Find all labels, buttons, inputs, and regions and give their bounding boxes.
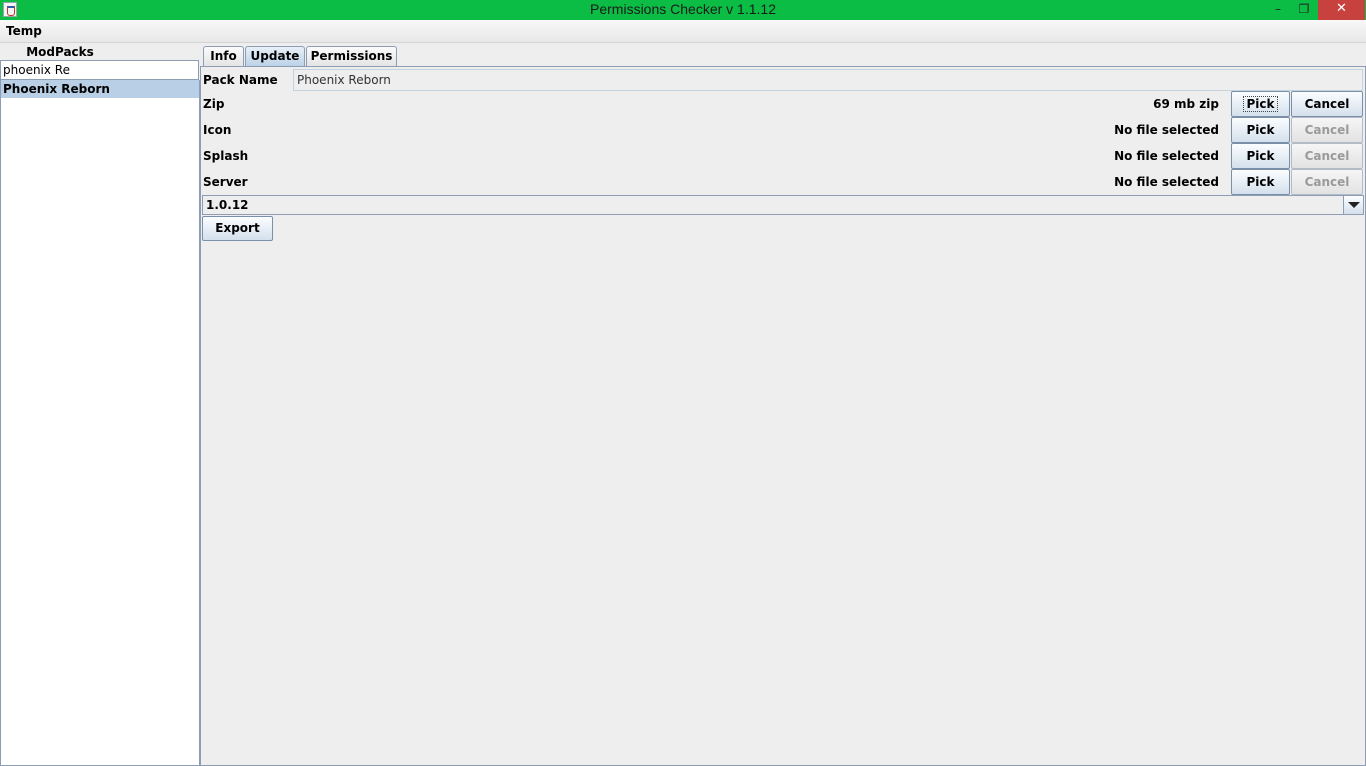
server-pick-button[interactable]: Pick	[1231, 169, 1290, 195]
splash-pick-button[interactable]: Pick	[1231, 143, 1290, 169]
splash-label: Splash	[203, 149, 249, 163]
pack-name-label: Pack Name	[203, 73, 278, 87]
list-item[interactable]: Phoenix Reborn	[1, 80, 199, 98]
zip-pick-label: Pick	[1243, 96, 1278, 112]
icon-label: Icon	[203, 123, 232, 137]
menu-bar: Temp	[0, 20, 1366, 43]
modpack-list: Phoenix Reborn	[0, 80, 200, 766]
zip-cancel-button[interactable]: Cancel	[1291, 91, 1363, 117]
modpack-search-input[interactable]	[0, 60, 199, 80]
splash-cancel-button[interactable]: Cancel	[1291, 143, 1363, 169]
title-bar: Permissions Checker v 1.1.12 – ❐ ✕	[0, 0, 1366, 20]
icon-status: No file selected	[1114, 123, 1219, 137]
tab-info[interactable]: Info	[203, 46, 244, 67]
splash-status: No file selected	[1114, 149, 1219, 163]
tab-update[interactable]: Update	[245, 46, 305, 67]
pack-name-field[interactable]: Phoenix Reborn	[293, 69, 1363, 91]
close-icon[interactable]: ✕	[1318, 0, 1365, 20]
zip-pick-button[interactable]: Pick	[1231, 91, 1290, 117]
restore-icon[interactable]: ❐	[1291, 0, 1317, 20]
update-panel: Pack Name Phoenix Reborn Zip 69 mb zip P…	[200, 66, 1366, 766]
icon-pick-button[interactable]: Pick	[1231, 117, 1290, 143]
version-select[interactable]: 1.0.12	[202, 195, 1364, 215]
chevron-down-icon[interactable]	[1343, 196, 1363, 214]
server-status: No file selected	[1114, 175, 1219, 189]
tab-permissions[interactable]: Permissions	[306, 46, 397, 67]
menu-temp[interactable]: Temp	[6, 24, 42, 38]
window-title: Permissions Checker v 1.1.12	[590, 1, 776, 17]
icon-cancel-button[interactable]: Cancel	[1291, 117, 1363, 143]
modpacks-header: ModPacks	[26, 45, 94, 59]
export-button[interactable]: Export	[202, 216, 273, 241]
server-label: Server	[203, 175, 248, 189]
minimize-icon[interactable]: –	[1265, 0, 1291, 20]
zip-status: 69 mb zip	[1153, 97, 1219, 111]
version-value: 1.0.12	[206, 198, 249, 212]
server-cancel-button[interactable]: Cancel	[1291, 169, 1363, 195]
zip-label: Zip	[203, 97, 225, 111]
